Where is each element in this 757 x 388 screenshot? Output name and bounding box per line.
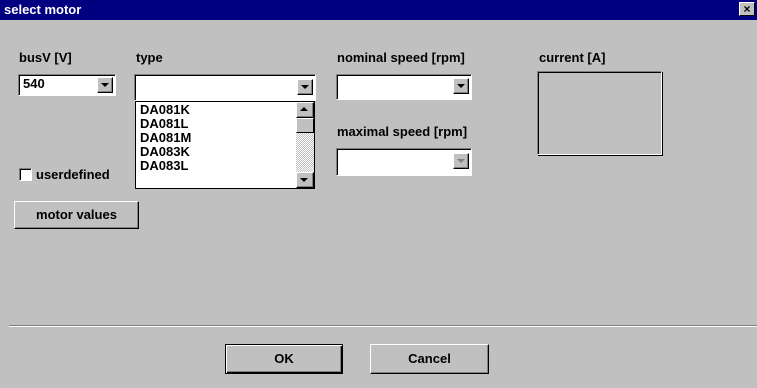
- userdefined-checkbox[interactable]: [19, 168, 32, 181]
- maximal-speed-label: maximal speed [rpm]: [337, 124, 468, 139]
- ok-button[interactable]: OK: [225, 344, 343, 374]
- list-item[interactable]: DA081K: [140, 103, 191, 117]
- motor-values-button[interactable]: motor values: [14, 201, 139, 229]
- nominal-speed-dropdown[interactable]: [336, 74, 472, 100]
- close-icon: ×: [743, 2, 751, 16]
- type-dropdown-button[interactable]: [297, 79, 313, 95]
- busv-dropdown-button[interactable]: [97, 77, 113, 93]
- nominal-speed-label: nominal speed [rpm]: [337, 50, 465, 65]
- separator: [9, 325, 757, 327]
- scroll-up-button[interactable]: [296, 102, 314, 118]
- current-display: [537, 71, 662, 155]
- type-combobox[interactable]: [134, 74, 316, 101]
- title-bar: select motor ×: [0, 0, 757, 20]
- close-button[interactable]: ×: [739, 2, 755, 16]
- window-title: select motor: [4, 2, 82, 17]
- type-listbox[interactable]: DA081K DA081L DA081M DA083K DA083L: [135, 101, 315, 189]
- current-label: current [A]: [539, 50, 606, 65]
- list-scrollbar[interactable]: [296, 102, 314, 188]
- busv-value: 540: [23, 76, 45, 91]
- list-item[interactable]: DA083L: [140, 159, 191, 173]
- chevron-down-icon: [457, 84, 465, 88]
- chevron-down-icon: [101, 83, 109, 87]
- maximal-speed-dropdown[interactable]: [336, 148, 472, 176]
- userdefined-label: userdefined: [36, 167, 110, 182]
- scroll-thumb[interactable]: [296, 118, 314, 133]
- maximal-speed-dropdown-button[interactable]: [453, 153, 469, 169]
- list-item[interactable]: DA081M: [140, 131, 191, 145]
- list-item[interactable]: DA081L: [140, 117, 191, 131]
- select-motor-dialog: select motor × busV [V] 540 type DA081K …: [0, 0, 757, 388]
- busv-dropdown[interactable]: 540: [18, 74, 116, 96]
- type-label: type: [136, 50, 163, 65]
- chevron-down-icon: [300, 178, 308, 182]
- chevron-down-icon: [457, 159, 465, 163]
- chevron-up-icon: [300, 107, 308, 111]
- chevron-down-icon: [301, 85, 309, 89]
- cancel-button[interactable]: Cancel: [370, 344, 489, 374]
- list-item[interactable]: DA083K: [140, 145, 191, 159]
- scroll-down-button[interactable]: [296, 172, 314, 188]
- nominal-speed-dropdown-button[interactable]: [453, 78, 469, 94]
- busv-label: busV [V]: [19, 50, 72, 65]
